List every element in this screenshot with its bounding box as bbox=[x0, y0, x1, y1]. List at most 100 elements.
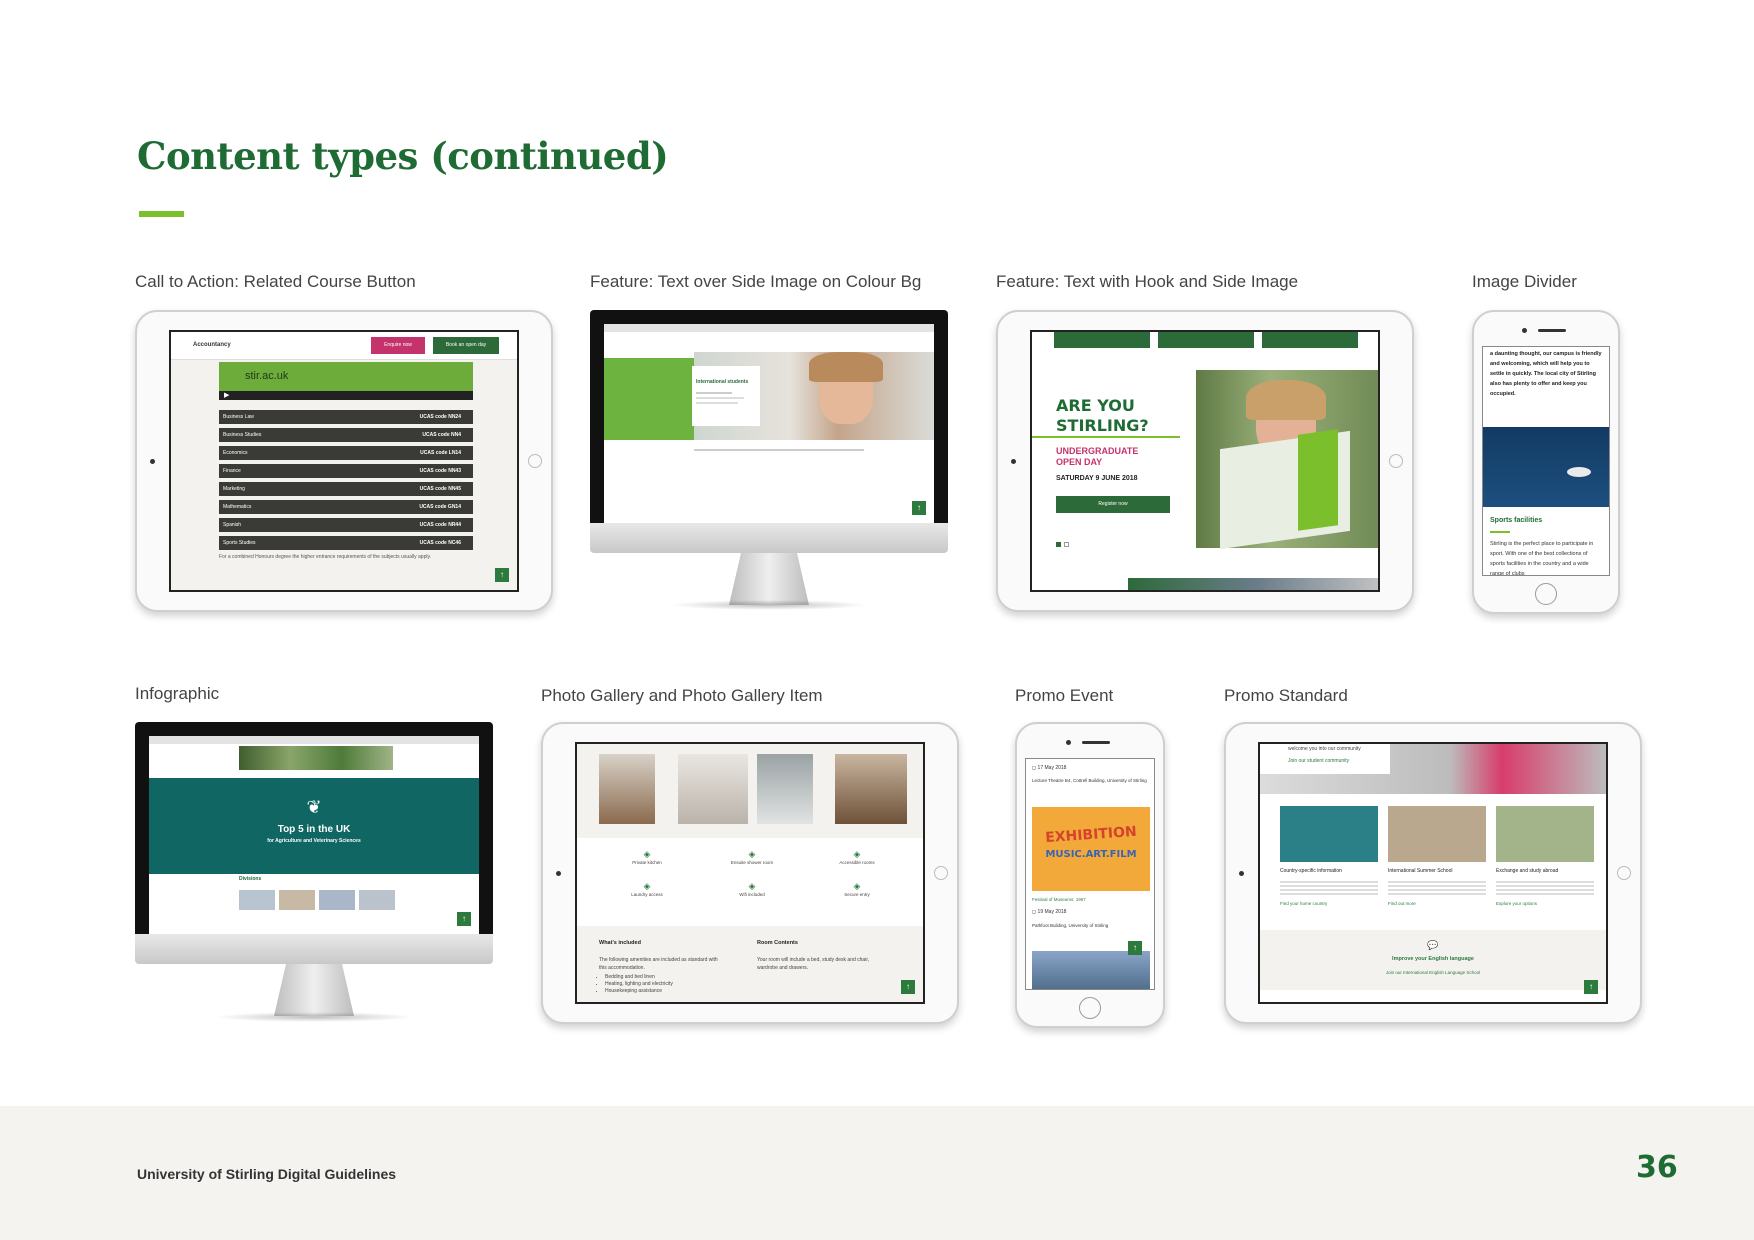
promo-event-label: Promo Event bbox=[1015, 686, 1114, 705]
course-list: Business Law UCAS code NN24 Business Studi… bbox=[219, 410, 473, 554]
amenities-grid: ◈ Private kitchen ◈ Ensuite shower room ◈ Acc… bbox=[597, 848, 907, 912]
student-book-photo bbox=[1196, 370, 1378, 550]
divider-heading: Sports facilities bbox=[1490, 517, 1543, 524]
feature-hook-label: Feature: Text with Hook and Side Image bbox=[996, 272, 1299, 291]
home-button-icon bbox=[1617, 866, 1631, 880]
promo-top-text: welcome you into our community bbox=[1288, 746, 1361, 752]
promo-event-phone-mockup: ◻ 17 May 2018 Lecture Theatre B4, Cottre… bbox=[1015, 722, 1165, 1028]
gallery-photo[interactable] bbox=[757, 754, 813, 824]
hook-date: SATURDAY 9 JUNE 2018 bbox=[1056, 475, 1138, 482]
hook-headline-2: STIRLING? bbox=[1056, 416, 1149, 435]
play-icon[interactable]: ▶ bbox=[224, 391, 229, 399]
event-date-1: ◻ 17 May 2018 bbox=[1032, 765, 1067, 771]
image-divider-screen: a daunting thought, our campus is friend… bbox=[1482, 346, 1610, 576]
hook-subhead-1: UNDERGRADUATE bbox=[1056, 446, 1139, 456]
amenity-label: Wifi included bbox=[739, 892, 765, 897]
video-text: stir.ac.uk bbox=[245, 370, 289, 382]
cta-screen: Accountancy Enquire now Book an open day… bbox=[169, 330, 519, 592]
course-row[interactable]: Business Studies UCAS code NN4 bbox=[219, 428, 473, 442]
event-location-1: Lecture Theatre B4, Cottrell Building, U… bbox=[1032, 778, 1147, 783]
infographic-panel: ❦ Top 5 in the UK for Agriculture and Ve… bbox=[149, 778, 479, 874]
promo-card-link[interactable]: Find your home country bbox=[1280, 901, 1378, 906]
amenity-item: ◈ Private kitchen bbox=[597, 848, 697, 865]
course-name: Finance bbox=[223, 468, 241, 474]
back-to-top-button[interactable]: ↑ bbox=[901, 980, 915, 994]
cta-label: Call to Action: Related Course Button bbox=[135, 272, 416, 291]
promo-card[interactable]: Exchange and study abroad Explore your op… bbox=[1496, 806, 1594, 922]
register-button[interactable]: Register now bbox=[1056, 496, 1170, 513]
course-code: UCAS code NN24 bbox=[419, 414, 461, 420]
gallery-photo[interactable] bbox=[678, 754, 748, 824]
open-day-button[interactable]: Book an open day bbox=[433, 337, 499, 354]
promo-card-image bbox=[1280, 806, 1378, 862]
room-title: Room Contents bbox=[757, 940, 798, 946]
footer-text: University of Stirling Digital Guideline… bbox=[137, 1166, 397, 1182]
course-row[interactable]: Economics UCAS code LN14 bbox=[219, 446, 473, 460]
feature-colour-screen: International students ↑ bbox=[604, 324, 934, 523]
back-to-top-button[interactable]: ↑ bbox=[457, 912, 471, 926]
page-number: 36 bbox=[1636, 1150, 1678, 1185]
course-row[interactable]: Finance UCAS code NN43 bbox=[219, 464, 473, 478]
promo-event-screen: ◻ 17 May 2018 Lecture Theatre B4, Cottre… bbox=[1025, 758, 1155, 990]
gallery-tablet-mockup: ◈ Private kitchen ◈ Ensuite shower room ◈ Acc… bbox=[541, 722, 959, 1024]
course-name: Sports Studies bbox=[223, 540, 256, 546]
back-to-top-button[interactable]: ↑ bbox=[1584, 980, 1598, 994]
slider-dot[interactable] bbox=[1064, 542, 1069, 547]
promo-card[interactable]: International Summer School Find out more bbox=[1388, 806, 1486, 922]
home-button-icon bbox=[1535, 583, 1557, 605]
promo-bottom-link[interactable]: Join our International English Language … bbox=[1260, 970, 1606, 975]
event-poster[interactable]: EXHIBITION MUSIC.ART.FILM bbox=[1032, 807, 1150, 891]
event-image bbox=[1032, 951, 1150, 989]
promo-card-link[interactable]: Explore your options bbox=[1496, 901, 1594, 906]
promo-cards: Country-specific information Find your ho… bbox=[1280, 806, 1600, 926]
slider-dot-active[interactable] bbox=[1056, 542, 1061, 547]
course-header: Accountancy bbox=[193, 342, 231, 348]
promo-standard-screen: welcome you into our community Join our … bbox=[1258, 742, 1608, 1004]
video-player[interactable]: stir.ac.uk ▶ bbox=[219, 362, 473, 400]
course-row[interactable]: Sports Studies UCAS code NC46 bbox=[219, 536, 473, 550]
feature-colour-label: Feature: Text over Side Image on Colour … bbox=[590, 272, 922, 291]
amenity-item: ◈ Secure entry bbox=[807, 880, 907, 897]
promo-standard-label: Promo Standard bbox=[1224, 686, 1348, 705]
course-name: Economics bbox=[223, 450, 248, 456]
course-row[interactable]: Business Law UCAS code NN24 bbox=[219, 410, 473, 424]
feature-hook-screen: ARE YOU STIRLING? UNDERGRADUATE OPEN DAY… bbox=[1030, 330, 1380, 592]
back-to-top-button[interactable]: ↑ bbox=[912, 501, 926, 515]
gallery-screen: ◈ Private kitchen ◈ Ensuite shower room ◈ Acc… bbox=[575, 742, 925, 1004]
event-title[interactable]: Festival of Museums: 1967 bbox=[1032, 897, 1086, 902]
speech-bubble-icon: 💬 bbox=[1427, 940, 1439, 950]
divisions-heading: Divisions bbox=[239, 876, 262, 882]
gallery-photo[interactable] bbox=[835, 754, 907, 824]
promo-card-link[interactable]: Find out more bbox=[1388, 901, 1486, 906]
promo-card[interactable]: Country-specific information Find your ho… bbox=[1280, 806, 1378, 922]
title-rule bbox=[139, 211, 184, 217]
course-row[interactable]: Spanish UCAS code NR44 bbox=[219, 518, 473, 532]
back-to-top-button[interactable]: ↑ bbox=[1128, 941, 1142, 955]
feature-box-title: International students bbox=[696, 379, 749, 385]
included-item: Bedding and bed linen bbox=[605, 974, 673, 981]
course-row[interactable]: Mathematics UCAS code GN14 bbox=[219, 500, 473, 514]
amenity-icon: ◈ bbox=[748, 881, 756, 891]
back-to-top-button[interactable]: ↑ bbox=[495, 568, 509, 582]
divider-body: Stirling is the perfect place to partici… bbox=[1490, 541, 1594, 576]
divider-image bbox=[1483, 427, 1609, 507]
cta-tablet-mockup: Accountancy Enquire now Book an open day… bbox=[135, 310, 553, 612]
included-title: What's included bbox=[599, 940, 641, 946]
course-row[interactable]: Marketing UCAS code NN45 bbox=[219, 482, 473, 496]
poster-text-2: MUSIC.ART.FILM bbox=[1045, 849, 1137, 860]
amenity-icon: ◈ bbox=[748, 849, 756, 859]
image-divider-label: Image Divider bbox=[1472, 272, 1577, 291]
infographic-screen: ❦ Top 5 in the UK for Agriculture and Ve… bbox=[149, 736, 479, 934]
amenity-label: Accessible rooms bbox=[839, 860, 875, 865]
enquire-button[interactable]: Enquire now bbox=[371, 337, 425, 354]
course-footnote: For a combined Honours degree the higher… bbox=[219, 554, 431, 560]
included-item: Heating, lighting and electricity bbox=[605, 981, 673, 988]
promo-top-link[interactable]: Join our student community bbox=[1288, 758, 1362, 764]
amenity-label: Laundry access bbox=[631, 892, 663, 897]
gallery-photo[interactable] bbox=[599, 754, 655, 824]
amenity-icon: ◈ bbox=[643, 849, 651, 859]
included-text: The following amenities are included as … bbox=[599, 957, 718, 971]
course-code: UCAS code NR44 bbox=[419, 522, 461, 528]
divider-text: a daunting thought, our campus is friend… bbox=[1490, 351, 1602, 397]
course-code: UCAS code GN14 bbox=[419, 504, 461, 510]
